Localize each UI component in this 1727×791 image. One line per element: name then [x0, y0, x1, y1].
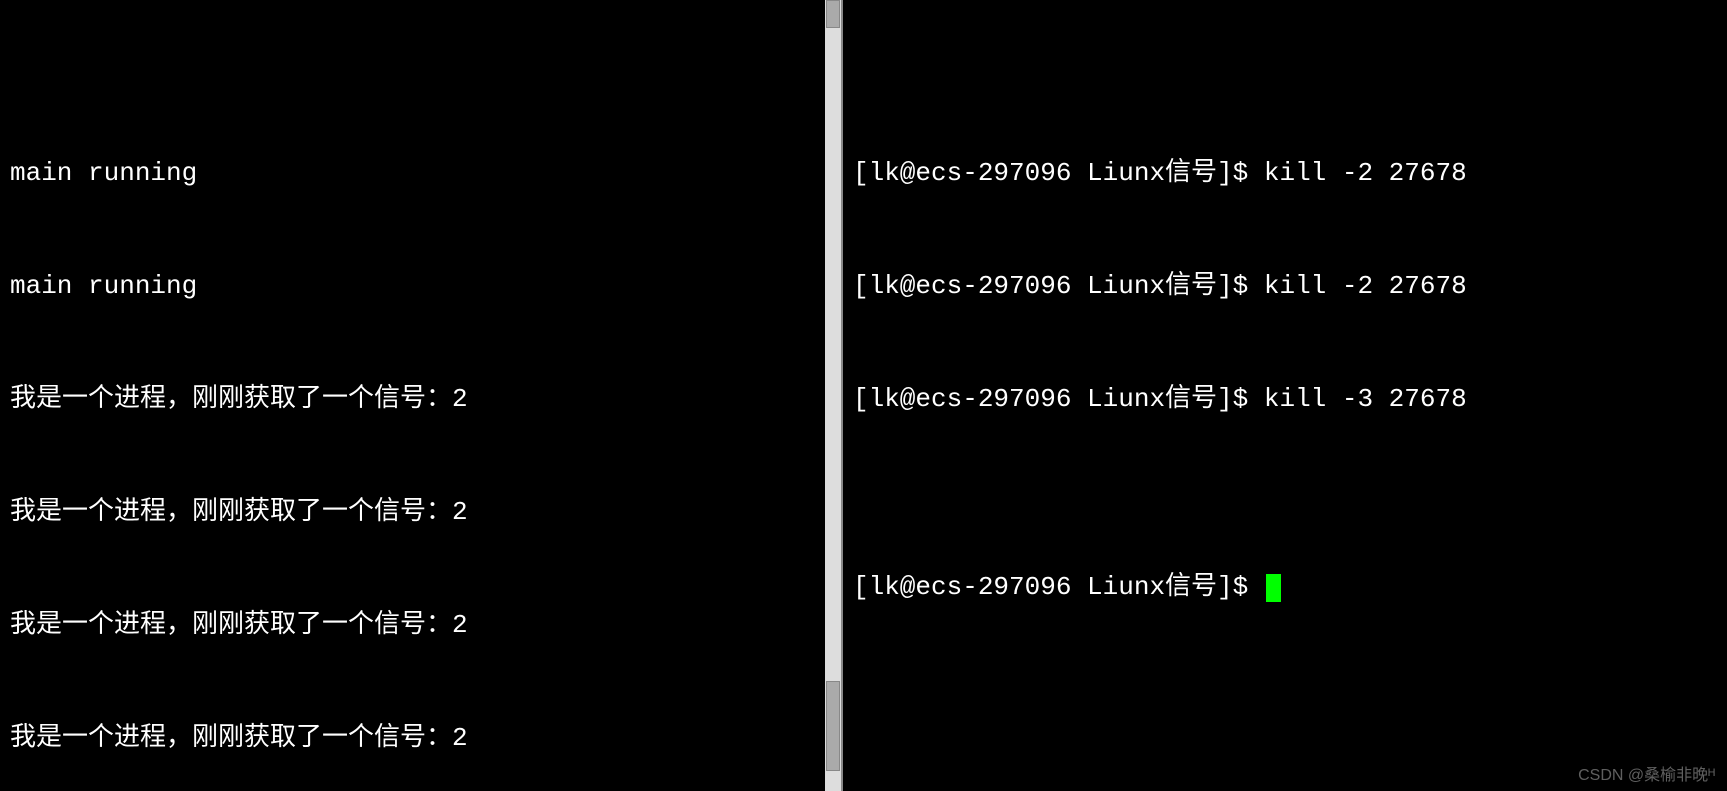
output-line: [lk@ecs-297096 Liunx信号]$ kill -3 27678 [853, 381, 1717, 419]
shell-prompt: [lk@ecs-297096 Liunx信号]$ [853, 572, 1264, 602]
output-line: [lk@ecs-297096 Liunx信号]$ kill -2 27678 [853, 268, 1717, 306]
cursor-icon [1266, 574, 1281, 602]
terminal-left-pane[interactable]: main running main running 我是一个进程，刚刚获取了一个… [0, 0, 843, 791]
scrollbar-thumb[interactable] [826, 681, 840, 771]
scrollbar-thumb[interactable] [826, 0, 840, 28]
terminal-left-output: main running main running 我是一个进程，刚刚获取了一个… [10, 79, 831, 791]
watermark-text: CSDN @桑榆非晚ᴴ [1578, 761, 1715, 785]
output-line: 我是一个进程，刚刚获取了一个信号：2 [10, 381, 831, 419]
output-line: 我是一个进程，刚刚获取了一个信号：2 [10, 494, 831, 532]
output-line: main running [10, 155, 831, 193]
output-line: [lk@ecs-297096 Liunx信号]$ kill -2 27678 [853, 155, 1717, 193]
terminal-right-pane[interactable]: [lk@ecs-297096 Liunx信号]$ kill -2 27678 [… [843, 0, 1727, 791]
terminal-right-output: [lk@ecs-297096 Liunx信号]$ kill -2 27678 [… [853, 79, 1717, 682]
output-line: main running [10, 268, 831, 306]
prompt-line[interactable]: [lk@ecs-297096 Liunx信号]$ [853, 569, 1717, 607]
scrollbar-left[interactable] [825, 0, 841, 791]
output-line: 我是一个进程，刚刚获取了一个信号：2 [10, 720, 831, 758]
output-line: 我是一个进程，刚刚获取了一个信号：2 [10, 607, 831, 645]
